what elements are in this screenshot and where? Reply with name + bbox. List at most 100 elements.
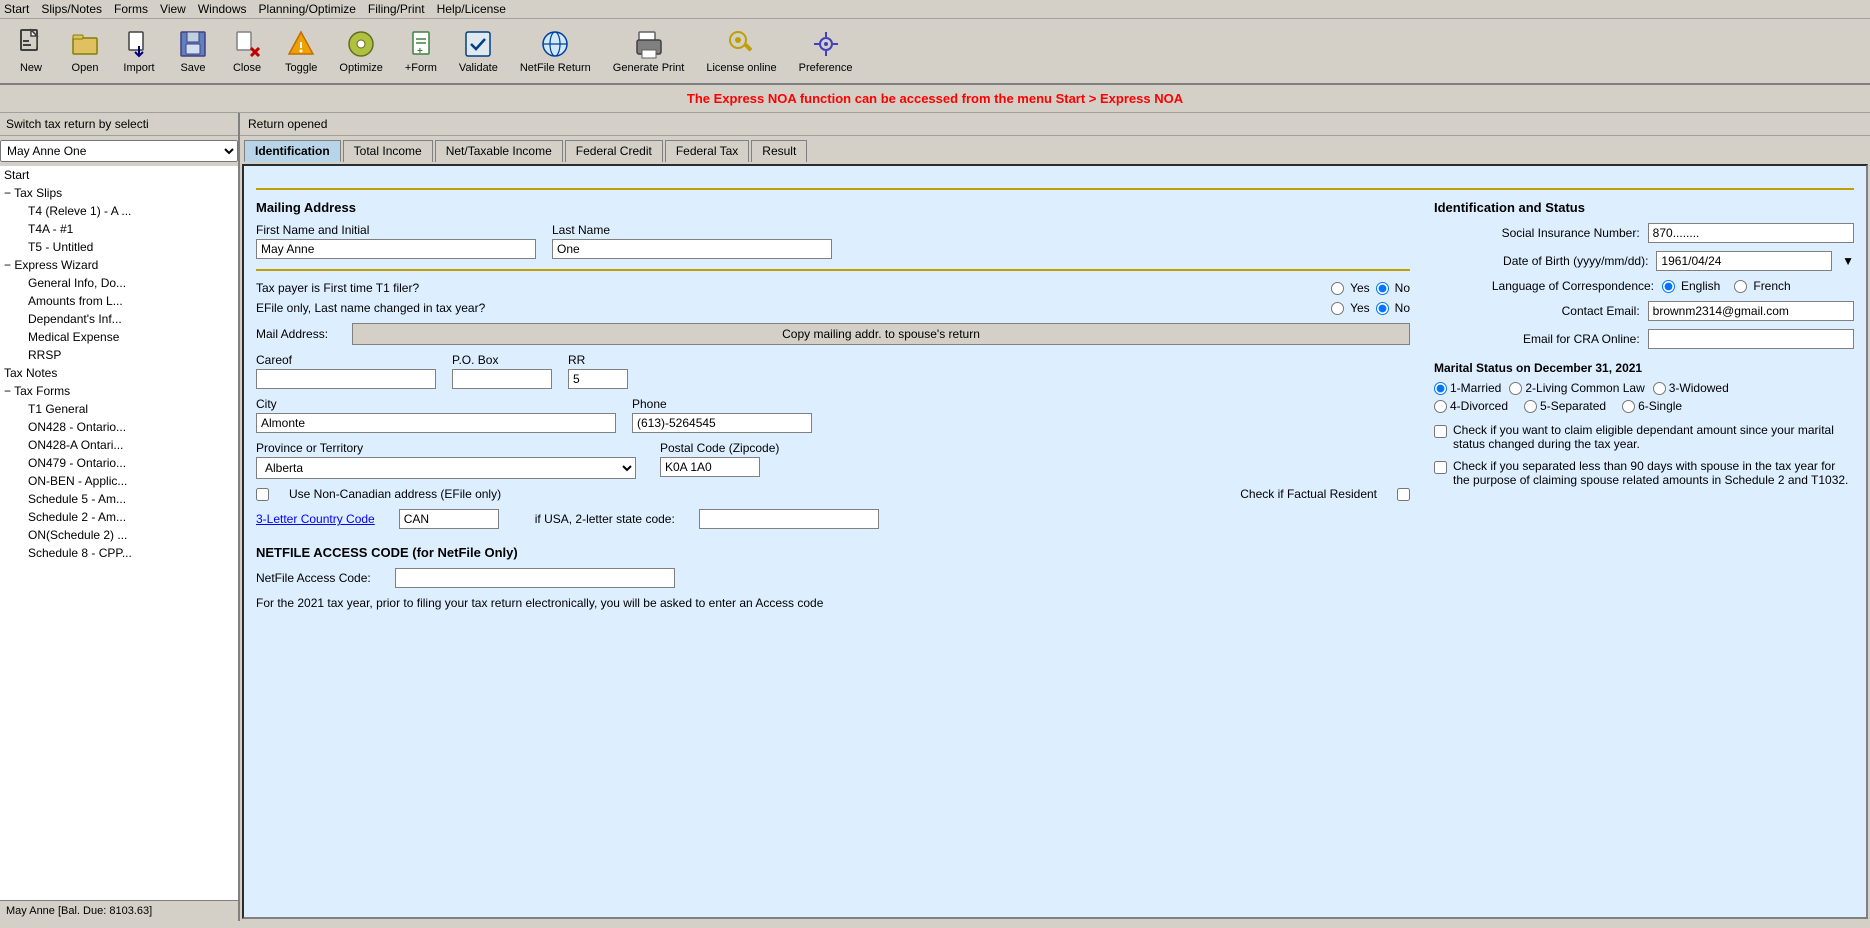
menu-windows[interactable]: Windows xyxy=(198,2,247,16)
netfile-code-input[interactable] xyxy=(395,568,675,588)
tree-t1-general[interactable]: T1 General xyxy=(0,400,238,418)
tab-federal-credit[interactable]: Federal Credit xyxy=(565,140,663,162)
form-button[interactable]: + +Form xyxy=(396,23,446,79)
tree-express-wizard[interactable]: − Express Wizard xyxy=(0,256,238,274)
tree-tax-slips[interactable]: − Tax Slips xyxy=(0,184,238,202)
menu-view[interactable]: View xyxy=(160,2,186,16)
tree-rrsp[interactable]: RRSP xyxy=(0,346,238,364)
married-radio[interactable] xyxy=(1434,382,1447,395)
country-code-input[interactable] xyxy=(399,509,499,529)
tab-federal-tax[interactable]: Federal Tax xyxy=(665,140,749,162)
tree-tax-forms[interactable]: − Tax Forms xyxy=(0,382,238,400)
menu-planning[interactable]: Planning/Optimize xyxy=(259,2,356,16)
license-button[interactable]: License online xyxy=(697,23,785,79)
phone-input[interactable] xyxy=(632,413,812,433)
filer-no-radio[interactable] xyxy=(1376,282,1389,295)
tree-schedule8[interactable]: Schedule 8 - CPP... xyxy=(0,544,238,562)
tree-t5[interactable]: T5 - Untitled xyxy=(0,238,238,256)
taxpayer-select[interactable]: May Anne One xyxy=(0,140,238,162)
filer-yes-radio[interactable] xyxy=(1331,282,1344,295)
check1-checkbox[interactable] xyxy=(1434,425,1447,438)
cra-email-input[interactable] xyxy=(1648,329,1854,349)
province-select[interactable]: Alberta British Columbia Manitoba New Br… xyxy=(256,457,636,479)
single-radio[interactable] xyxy=(1622,400,1635,413)
preference-button[interactable]: Preference xyxy=(790,23,862,79)
tree-medical[interactable]: Medical Expense xyxy=(0,328,238,346)
save-button[interactable]: Save xyxy=(168,23,218,79)
tree-t4a[interactable]: T4A - #1 xyxy=(0,220,238,238)
french-radio[interactable] xyxy=(1734,280,1747,293)
menu-start[interactable]: Start xyxy=(4,2,29,16)
tree-schedule5[interactable]: Schedule 5 - Am... xyxy=(0,490,238,508)
usa-state-input[interactable] xyxy=(699,509,879,529)
tree-t4[interactable]: T4 (Releve 1) - A ... xyxy=(0,202,238,220)
divorced-radio[interactable] xyxy=(1434,400,1447,413)
tree-onben[interactable]: ON-BEN - Applic... xyxy=(0,472,238,490)
optimize-label: Optimize xyxy=(339,62,382,74)
efile-question: EFile only, Last name changed in tax yea… xyxy=(256,301,1295,315)
tree-on-schedule2[interactable]: ON(Schedule 2) ... xyxy=(0,526,238,544)
single-label: 6-Single xyxy=(1638,399,1682,413)
tree-general-info[interactable]: General Info, Do... xyxy=(0,274,238,292)
usa-state-label: if USA, 2-letter state code: xyxy=(535,512,675,526)
tree-on428[interactable]: ON428 - Ontario... xyxy=(0,418,238,436)
rr-input[interactable] xyxy=(568,369,628,389)
separated-radio[interactable] xyxy=(1524,400,1537,413)
country-code-link[interactable]: 3-Letter Country Code xyxy=(256,512,375,526)
validate-button[interactable]: Validate xyxy=(450,23,507,79)
last-name-input[interactable] xyxy=(552,239,832,259)
english-radio[interactable] xyxy=(1662,280,1675,293)
tab-identification[interactable]: Identification xyxy=(244,140,341,162)
pobox-input[interactable] xyxy=(452,369,552,389)
tab-bar: Identification Total Income Net/Taxable … xyxy=(240,136,1870,162)
sin-input[interactable] xyxy=(1648,223,1854,243)
menu-slips[interactable]: Slips/Notes xyxy=(41,2,102,16)
tree-start[interactable]: Start xyxy=(0,166,238,184)
filer-radio-group: Yes No xyxy=(1331,281,1410,295)
factual-resident-checkbox[interactable] xyxy=(1397,488,1410,501)
new-button[interactable]: New xyxy=(6,23,56,79)
new-label: New xyxy=(20,62,42,74)
first-name-input[interactable] xyxy=(256,239,536,259)
check2-checkbox[interactable] xyxy=(1434,461,1447,474)
city-input[interactable] xyxy=(256,413,616,433)
menu-help[interactable]: Help/License xyxy=(437,2,506,16)
menubar: Start Slips/Notes Forms View Windows Pla… xyxy=(0,0,1870,19)
widowed-radio[interactable] xyxy=(1653,382,1666,395)
tree-on479[interactable]: ON479 - Ontario... xyxy=(0,454,238,472)
netfile-button[interactable]: NetFile Return xyxy=(511,23,600,79)
common-law-radio[interactable] xyxy=(1509,382,1522,395)
tree-schedule2[interactable]: Schedule 2 - Am... xyxy=(0,508,238,526)
tree-on428a[interactable]: ON428-A Ontari... xyxy=(0,436,238,454)
tab-net-taxable[interactable]: Net/Taxable Income xyxy=(435,140,563,162)
dob-dropdown-icon[interactable]: ▼ xyxy=(1842,254,1854,268)
efile-yes-radio[interactable] xyxy=(1331,302,1344,315)
noncad-checkbox[interactable] xyxy=(256,488,269,501)
menu-filing[interactable]: Filing/Print xyxy=(368,2,425,16)
mail-address-row: Mail Address: Copy mailing addr. to spou… xyxy=(256,323,1410,345)
close-button[interactable]: Close xyxy=(222,23,272,79)
validate-label: Validate xyxy=(459,62,498,74)
dob-input[interactable] xyxy=(1656,251,1832,271)
postal-input[interactable] xyxy=(660,457,760,477)
tree-tax-notes[interactable]: Tax Notes xyxy=(0,364,238,382)
optimize-button[interactable]: Optimize xyxy=(330,23,391,79)
mail-address-label: Mail Address: xyxy=(256,327,328,341)
toggle-button[interactable]: Toggle xyxy=(276,23,326,79)
city-label: City xyxy=(256,397,616,411)
contact-email-input[interactable] xyxy=(1648,301,1854,321)
efile-no-radio[interactable] xyxy=(1376,302,1389,315)
form-left: Mailing Address First Name and Initial L… xyxy=(256,200,1410,610)
tab-total-income[interactable]: Total Income xyxy=(343,140,433,162)
tab-result[interactable]: Result xyxy=(751,140,807,162)
tree-dependant[interactable]: Dependant's Inf... xyxy=(0,310,238,328)
copy-address-button[interactable]: Copy mailing addr. to spouse's return xyxy=(352,323,1410,345)
form-icon: + xyxy=(405,28,437,60)
open-button[interactable]: Open xyxy=(60,23,110,79)
menu-forms[interactable]: Forms xyxy=(114,2,148,16)
english-label: English xyxy=(1681,279,1720,293)
tree-amounts-from[interactable]: Amounts from L... xyxy=(0,292,238,310)
import-button[interactable]: Import xyxy=(114,23,164,79)
generate-button[interactable]: Generate Print xyxy=(604,23,694,79)
careof-input[interactable] xyxy=(256,369,436,389)
